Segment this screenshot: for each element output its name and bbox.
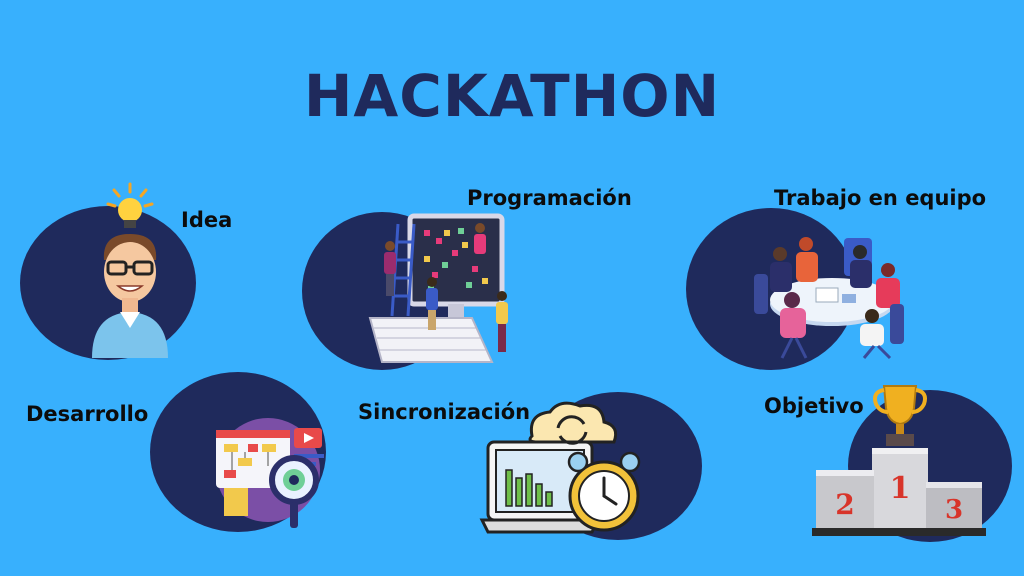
podium-second: 2	[835, 488, 854, 521]
page-title: HACKATHON	[303, 62, 721, 130]
team-meeting-icon	[754, 237, 904, 360]
label-desarrollo: Desarrollo	[26, 402, 149, 426]
idea-person-icon	[92, 182, 168, 358]
programming-screen-icon	[368, 213, 508, 363]
label-idea: Idea	[181, 208, 233, 232]
development-dashboard-icon	[216, 418, 324, 528]
label-trabajo: Trabajo en equipo	[774, 186, 987, 210]
podium-trophy-icon: 1 2 3	[812, 385, 986, 536]
sync-cloud-clock-icon	[479, 401, 641, 534]
podium-third: 3	[945, 495, 963, 525]
podium-first: 1	[890, 471, 911, 506]
